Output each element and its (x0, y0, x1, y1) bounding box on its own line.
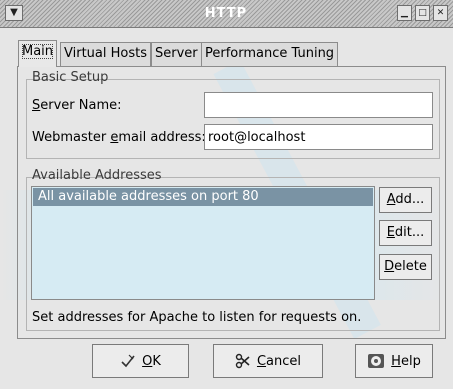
server-name-field[interactable] (204, 92, 433, 118)
server-name-label: Server Name: (32, 98, 122, 113)
add-button[interactable]: Add... (379, 187, 432, 213)
basic-setup-title: Basic Setup (32, 70, 109, 85)
scissors-icon (235, 353, 250, 369)
tab-server[interactable]: Server (151, 42, 202, 66)
checkmark-pen-icon (121, 354, 135, 368)
webmaster-email-field[interactable] (204, 124, 433, 150)
addresses-hint: Set addresses for Apache to listen for r… (32, 310, 362, 325)
tab-label: Virtual Hosts (64, 46, 147, 61)
help-button[interactable]: Help (355, 344, 433, 378)
close-icon[interactable]: ✕ (433, 5, 448, 21)
minimize-icon[interactable]: ▁ (397, 5, 412, 21)
delete-button[interactable]: Delete (379, 254, 432, 280)
maximize-icon[interactable]: □ (415, 5, 430, 21)
tab-virtual-hosts[interactable]: Virtual Hosts (60, 42, 151, 66)
available-addresses-title: Available Addresses (32, 168, 162, 183)
list-item[interactable]: All available addresses on port 80 (33, 188, 373, 206)
ok-button[interactable]: OK (92, 344, 189, 378)
chevron-down-icon[interactable]: ▼ (5, 5, 23, 21)
tab-main[interactable]: Main (18, 40, 58, 67)
edit-button[interactable]: Edit... (379, 220, 432, 246)
tab-label: Performance Tuning (205, 46, 335, 61)
tab-performance-tuning[interactable]: Performance Tuning (201, 42, 339, 66)
help-icon (368, 354, 385, 368)
tab-label: Server (155, 46, 198, 61)
webmaster-email-label: Webmaster email address: (32, 130, 206, 145)
cancel-button[interactable]: Cancel (213, 344, 323, 378)
window-title: HTTP (204, 6, 248, 21)
title-bar[interactable]: ▼ HTTP ▁ □ ✕ (0, 0, 453, 28)
tab-label: Main (22, 44, 54, 59)
addresses-list[interactable]: All available addresses on port 80 (31, 186, 375, 300)
